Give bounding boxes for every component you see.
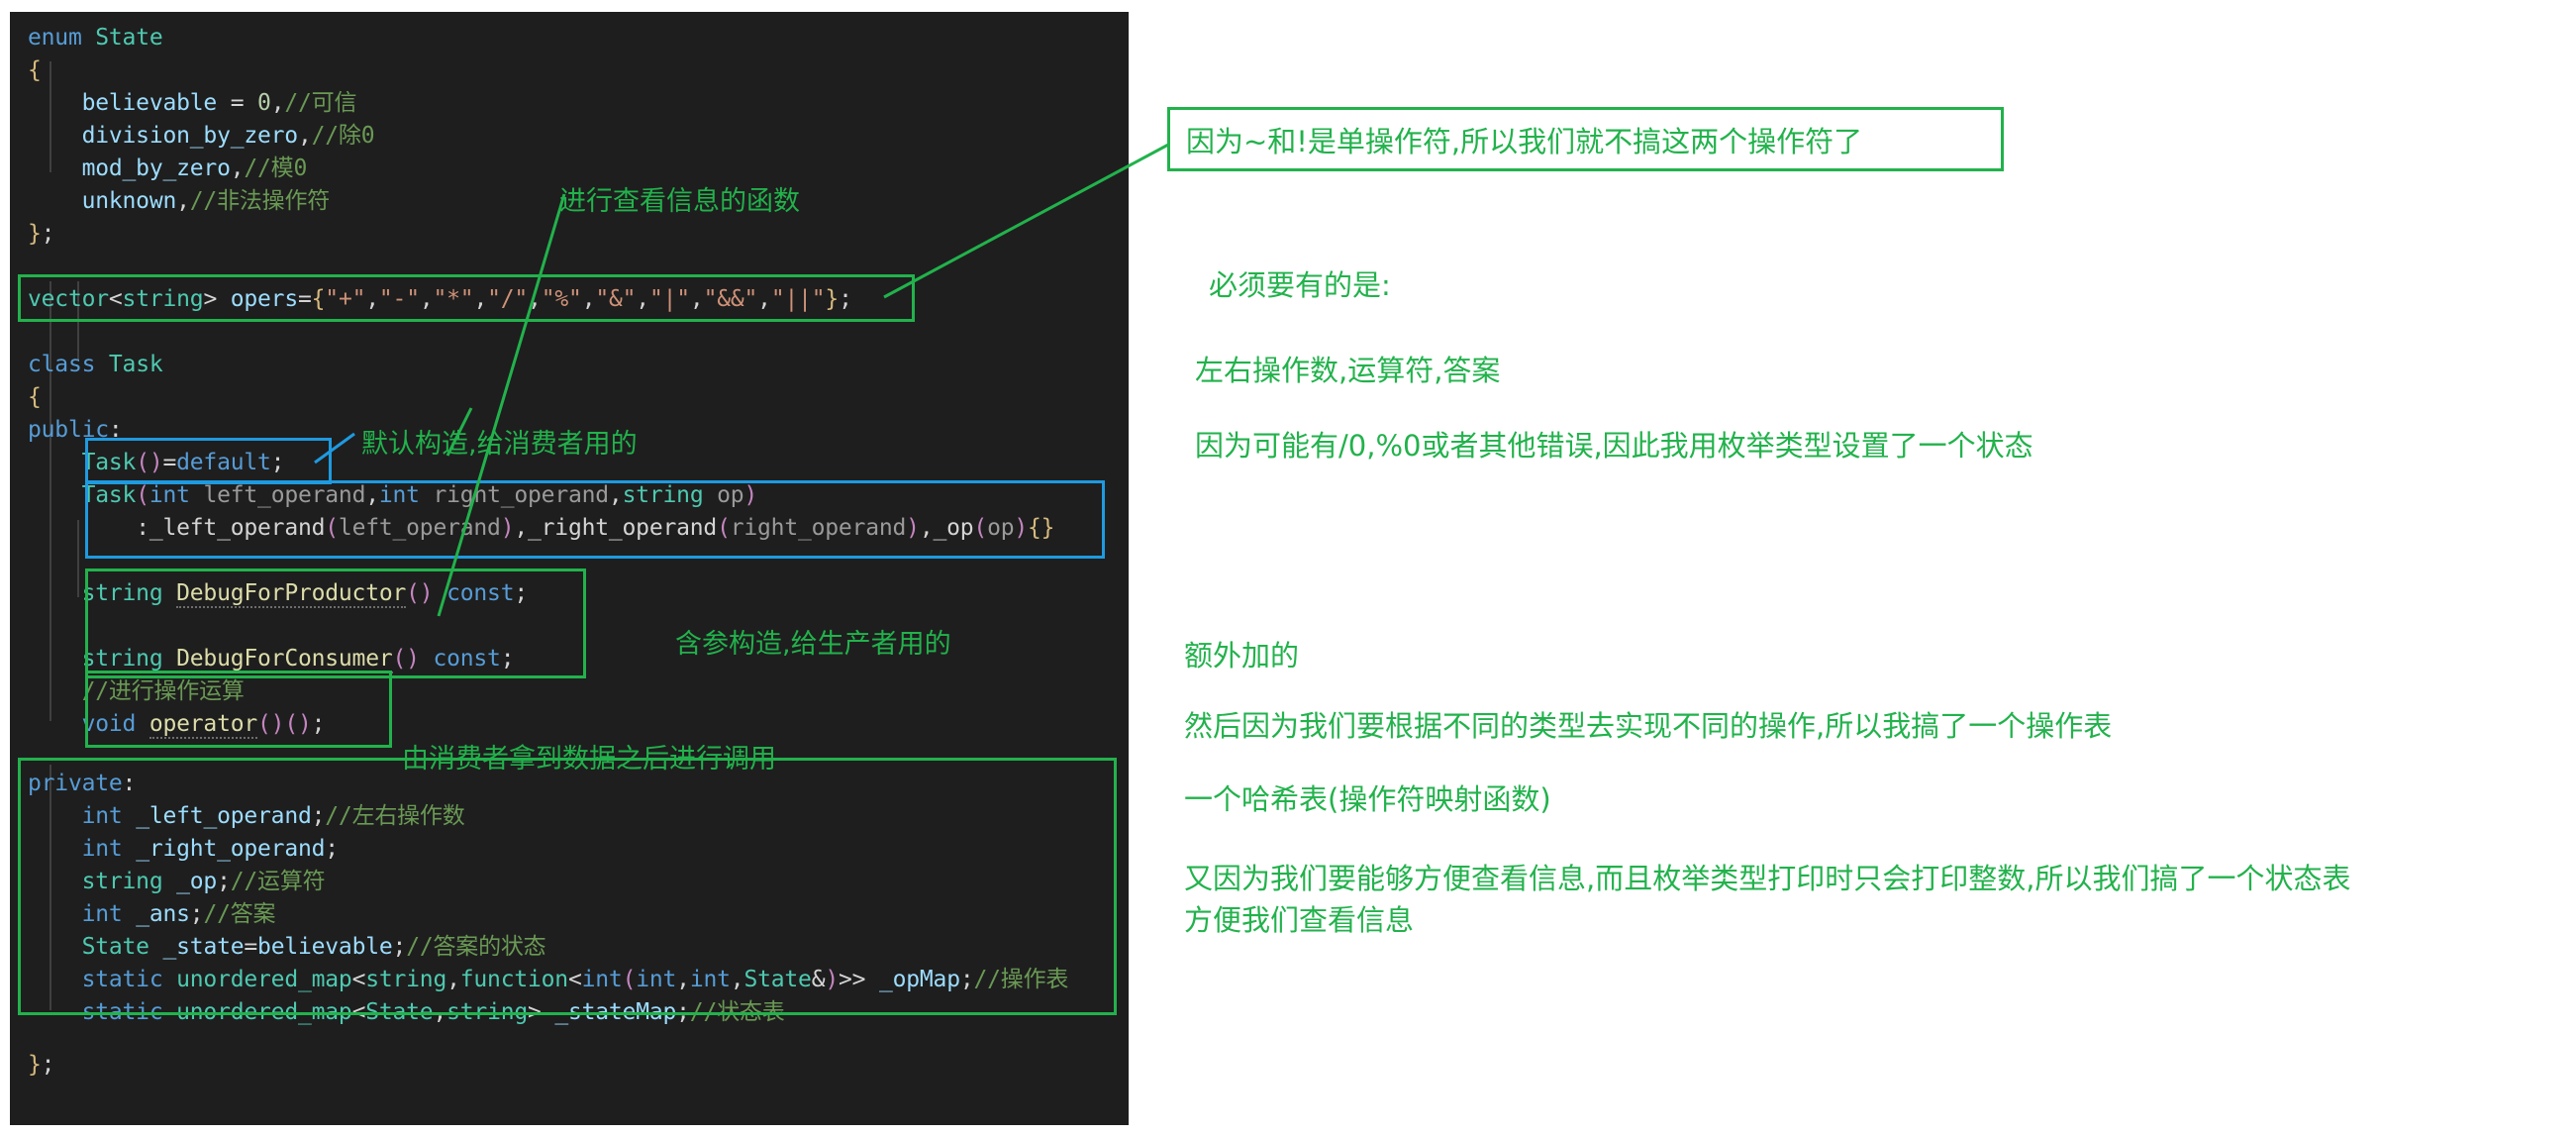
note-must-have-items: 左右操作数,运算符,答案 [1195, 354, 1501, 387]
code-editor-panel: enum State { believable = 0,//可信 divisio… [10, 12, 1129, 1125]
default-constructor-highlight [85, 438, 332, 484]
code-line: }; [28, 1052, 55, 1078]
note-op-table-reason: 然后因为我们要根据不同的类型去实现不同的操作,所以我搞了一个操作表 [1184, 709, 2113, 743]
code-line: unknown,//非法操作符 [81, 188, 331, 214]
unary-operators-note-text: 因为~和!是单操作符,所以我们就不搞这两个操作符了 [1186, 124, 1863, 158]
code-line: class Task [28, 352, 163, 377]
private-members-highlight [18, 758, 1117, 1015]
code-line: believable = 0,//可信 [81, 90, 357, 116]
note-state-table-reason-line2: 方便我们查看信息 [1184, 903, 1415, 937]
code-line: enum State [28, 25, 163, 51]
note-hash-table: 一个哈希表(操作符映射函数) [1184, 782, 1551, 816]
note-state-reason: 因为可能有/0,%0或者其他错误,因此我用枚举类型设置了一个状态 [1195, 429, 2033, 463]
code-line: }; [28, 221, 55, 247]
code-line: { [28, 57, 42, 83]
annotation-default-ctor: 默认构造,给消费者用的 [361, 429, 638, 460]
annotation-view-info-function: 进行查看信息的函数 [559, 186, 800, 217]
note-must-have-title: 必须要有的是: [1209, 268, 1391, 302]
annotation-consumer-call: 由消费者拿到数据之后进行调用 [402, 744, 776, 775]
unary-operators-note-box: 因为~和!是单操作符,所以我们就不搞这两个操作符了 [1167, 107, 2004, 171]
debug-methods-highlight [85, 568, 586, 678]
code-line: { [28, 384, 42, 410]
code-line: division_by_zero,//除0 [81, 123, 375, 149]
param-constructor-highlight [85, 480, 1105, 559]
call-operator-highlight [85, 671, 392, 748]
note-extra-title: 额外加的 [1184, 639, 1300, 672]
code-line: mod_by_zero,//模0 [81, 155, 308, 181]
operators-vector-highlight [18, 274, 915, 322]
annotation-param-ctor: 含参构造,给生产者用的 [675, 629, 951, 660]
note-state-table-reason-line1: 又因为我们要能够方便查看信息,而且枚举类型打印时只会打印整数,所以我们搞了一个状… [1184, 862, 2351, 895]
